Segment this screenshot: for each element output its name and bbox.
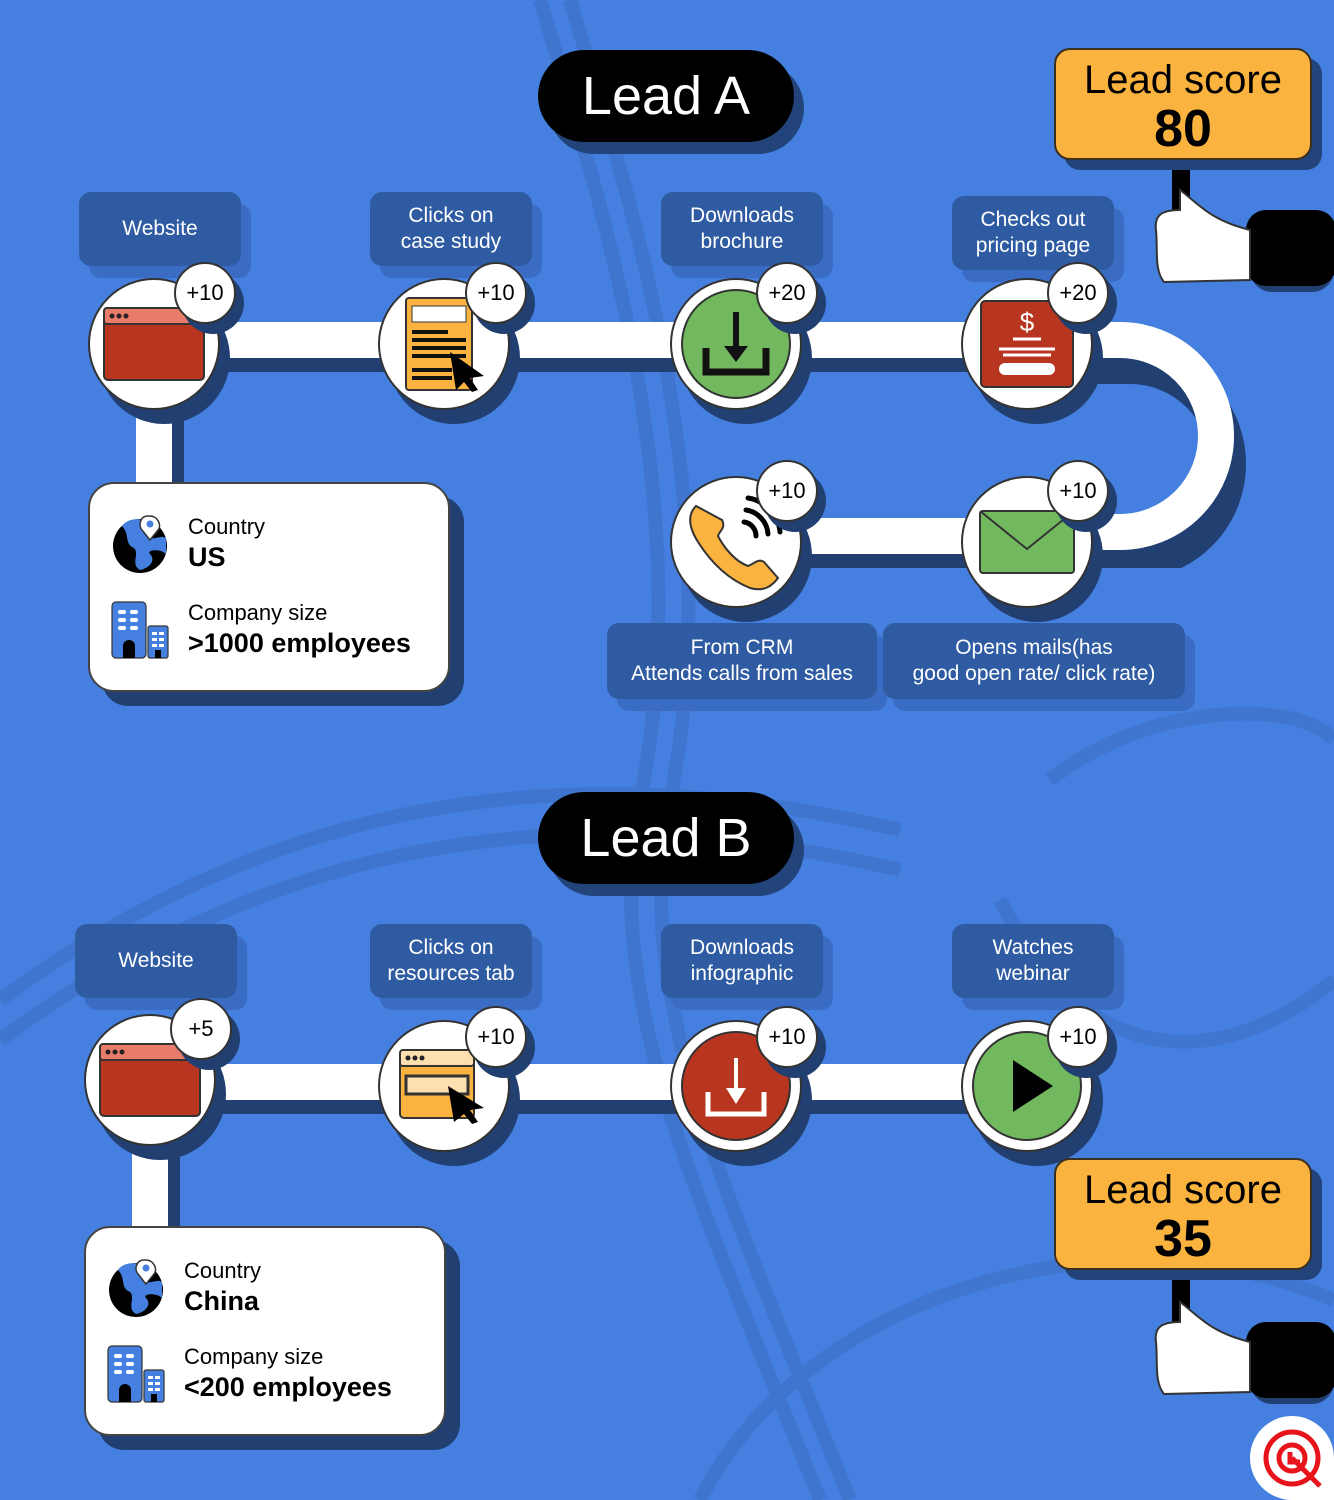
lead-a-score-sign: Lead score 80 xyxy=(1054,48,1312,160)
step-label-webinar: Watches webinar xyxy=(952,924,1114,998)
step-label-website: Website xyxy=(79,192,241,266)
step-label-infographic: Downloads infographic xyxy=(661,924,823,998)
office-buildings-icon xyxy=(107,1345,165,1403)
lead-b-score-sign: Lead score 35 xyxy=(1054,1158,1312,1270)
points-badge: +5 xyxy=(170,998,232,1060)
points-badge: +10 xyxy=(1047,1006,1109,1068)
brand-logo-icon xyxy=(1250,1416,1334,1500)
country-value: US xyxy=(188,542,226,572)
country-value: China xyxy=(184,1286,260,1316)
thumbs-up-hand-icon xyxy=(1154,150,1334,292)
points-badge: +10 xyxy=(756,460,818,522)
country-row: Country US xyxy=(110,514,265,574)
points-badge: +10 xyxy=(465,1006,527,1068)
points-badge: +10 xyxy=(465,262,527,324)
points-badge: +10 xyxy=(756,1006,818,1068)
score-value: 80 xyxy=(1154,100,1212,158)
thumbs-up-hand-icon xyxy=(1154,1262,1334,1404)
path-segment xyxy=(160,1064,1040,1100)
step-label-case-study: Clicks on case study xyxy=(370,192,532,266)
step-label-brochure: Downloads brochure xyxy=(661,192,823,266)
path-segment xyxy=(160,322,1040,358)
lead-b-title: Lead B xyxy=(538,792,794,884)
envelope-icon xyxy=(979,510,1075,574)
company-size-row: Company size <200 employees xyxy=(106,1344,392,1404)
step-label-emails: Opens mails(has good open rate/ click ra… xyxy=(883,623,1185,699)
points-badge: +10 xyxy=(174,262,236,324)
svg-text:$: $ xyxy=(1020,307,1035,337)
lead-b-profile-card: Country China Company size <200 employee… xyxy=(84,1226,446,1436)
lead-a-profile-card: Country US Company size >1000 employees xyxy=(88,482,450,692)
points-badge: +20 xyxy=(756,262,818,324)
country-label: Country xyxy=(188,514,266,539)
company-size-value: >1000 employees xyxy=(188,628,411,658)
score-value: 35 xyxy=(1154,1210,1212,1268)
score-label: Lead score xyxy=(1084,1168,1282,1212)
country-label: Country xyxy=(184,1258,262,1283)
company-size-label: Company size xyxy=(184,1344,324,1369)
step-label-resources-tab: Clicks on resources tab xyxy=(370,924,532,998)
company-size-row: Company size >1000 employees xyxy=(110,600,411,660)
step-label-pricing: Checks out pricing page xyxy=(952,196,1114,270)
globe-location-icon xyxy=(113,515,167,573)
score-label: Lead score xyxy=(1084,58,1282,102)
points-badge: +20 xyxy=(1047,262,1109,324)
office-buildings-icon xyxy=(111,601,169,659)
step-label-crm-calls: From CRM Attends calls from sales xyxy=(607,623,877,699)
lead-a-title: Lead A xyxy=(538,50,794,142)
points-badge: +10 xyxy=(1047,460,1109,522)
globe-location-icon xyxy=(109,1259,163,1317)
country-row: Country China xyxy=(106,1258,261,1318)
step-label-website: Website xyxy=(75,924,237,998)
company-size-value: <200 employees xyxy=(184,1372,392,1402)
company-size-label: Company size xyxy=(188,600,328,625)
